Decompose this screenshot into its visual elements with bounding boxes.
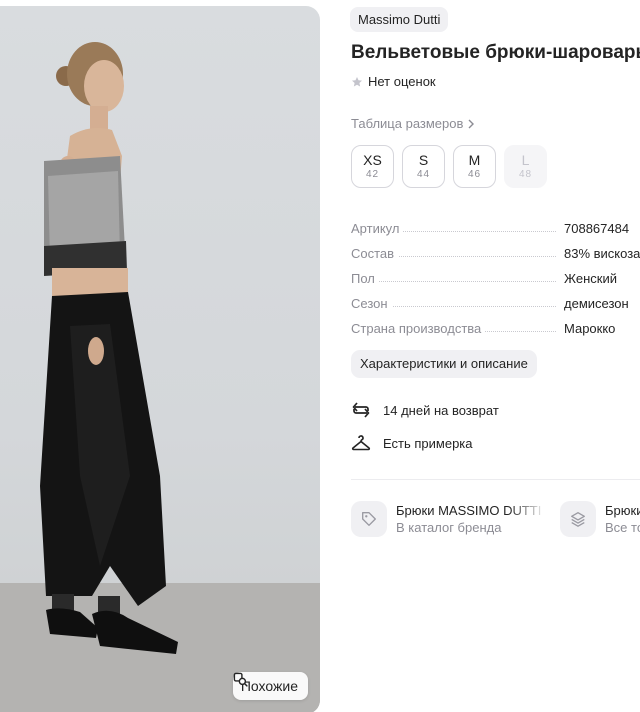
brand-chip[interactable]: Massimo Dutti: [350, 7, 449, 32]
stack-icon: [571, 512, 585, 527]
characteristics-button[interactable]: Характеристики и описание: [351, 350, 537, 378]
spec-row: Артикул 708867484: [351, 216, 640, 241]
return-arrows-icon: [352, 402, 370, 418]
spec-value: 83% вискоза: [564, 246, 640, 261]
spec-value: демисезон: [564, 296, 629, 311]
size-label: M: [468, 151, 481, 168]
spec-value: Женский: [564, 271, 617, 286]
size-label: L: [521, 151, 530, 168]
category-subtitle: Все то: [605, 520, 640, 535]
spec-row: Состав 83% вискоза: [351, 241, 640, 266]
size-label: XS: [363, 151, 382, 168]
size-table-link[interactable]: Таблица размеров: [351, 116, 475, 131]
brand-catalog-title: Брюки MASSIMO DUTTI: [396, 503, 542, 518]
spec-value[interactable]: 708867484: [564, 221, 629, 236]
stack-icon-wrap: [560, 501, 596, 537]
divider: [351, 479, 640, 480]
spec-key: Состав: [351, 246, 399, 261]
similar-search-icon: [233, 672, 248, 687]
size-ru: 42: [365, 168, 380, 180]
category-title: Брюки: [605, 503, 640, 518]
tag-icon-wrap: [351, 501, 387, 537]
spec-key: Страна производства: [351, 321, 486, 336]
spec-value: Марокко: [564, 321, 616, 336]
size-option-l: L 48: [504, 145, 547, 188]
return-perk-text: 14 дней на возврат: [383, 402, 499, 418]
rating[interactable]: Нет оценок: [351, 74, 436, 89]
return-perk[interactable]: 14 дней на возврат: [351, 401, 499, 419]
star-icon: [352, 76, 362, 87]
spec-row: Пол Женский: [351, 266, 640, 291]
spec-key: Артикул: [351, 221, 404, 236]
chevron-right-icon: [468, 119, 475, 128]
spec-row: Страна производства Марокко: [351, 316, 640, 341]
size-table-label: Таблица размеров: [351, 116, 464, 131]
similar-button[interactable]: Похожие: [232, 672, 308, 700]
fitting-perk[interactable]: Есть примерка: [351, 434, 473, 452]
size-label: S: [418, 151, 429, 168]
category-card[interactable]: Брюки Все то: [560, 501, 640, 537]
size-ru: 44: [416, 168, 431, 180]
size-ru: 46: [467, 168, 482, 180]
fitting-perk-text: Есть примерка: [383, 435, 473, 451]
spec-key: Сезон: [351, 296, 392, 311]
size-ru: 48: [518, 168, 533, 180]
similar-label: Похожие: [240, 678, 298, 694]
brand-catalog-subtitle: В каталог бренда: [396, 520, 502, 535]
size-option-s[interactable]: S 44: [402, 145, 445, 188]
rating-text: Нет оценок: [368, 74, 436, 89]
specs-table: Артикул 708867484 Состав 83% вискоза Пол…: [351, 216, 640, 341]
size-option-m[interactable]: M 46: [453, 145, 496, 188]
spec-key: Пол: [351, 271, 379, 286]
spec-row: Сезон демисезон: [351, 291, 640, 316]
hanger-icon: [351, 435, 371, 451]
size-option-xs[interactable]: XS 42: [351, 145, 394, 188]
product-title: Вельветовые брюки-шаровары: [351, 42, 640, 63]
tag-icon: [362, 512, 376, 526]
model-illustration: [0, 42, 320, 712]
size-selector: XS 42 S 44 M 46 L 48: [351, 145, 547, 188]
product-photo[interactable]: Похожие: [0, 6, 320, 712]
brand-catalog-card[interactable]: Брюки MASSIMO DUTTI В каталог бренда: [351, 501, 546, 537]
